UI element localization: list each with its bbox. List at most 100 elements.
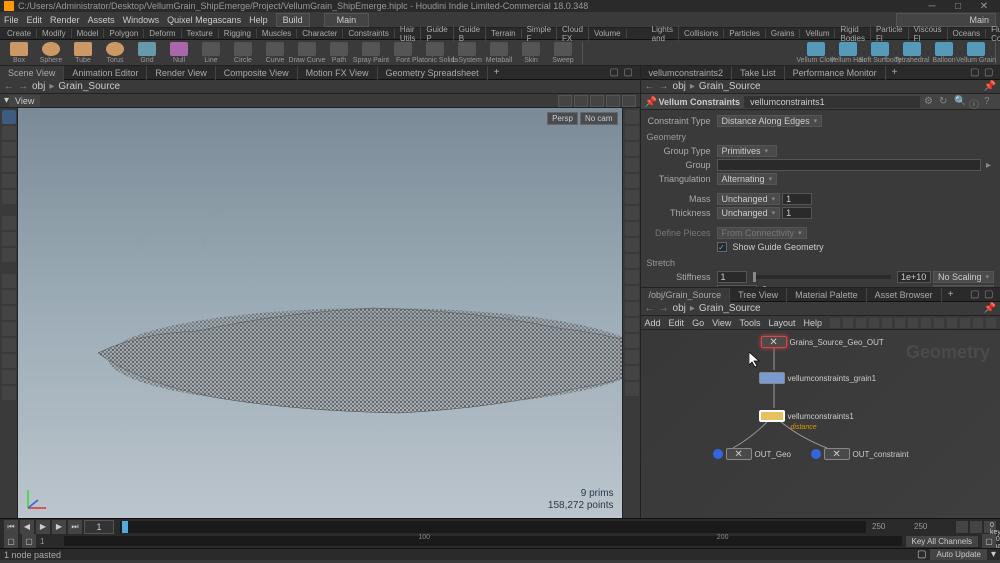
shelf-tool-sweep[interactable]: Sweep bbox=[548, 42, 578, 64]
shelf-tool-skin[interactable]: Skin bbox=[516, 42, 546, 64]
shelf-tab[interactable]: Fluid Con bbox=[986, 25, 1000, 43]
shelf-tool-tetrahedral[interactable]: Tetrahedral bbox=[897, 42, 927, 64]
channel-icon[interactable]: ▢ bbox=[982, 534, 996, 548]
tool-sculpt[interactable] bbox=[2, 354, 16, 368]
node-name-field[interactable]: vellumconstraints1 bbox=[744, 96, 920, 108]
timeline-last-button[interactable]: ⏭ bbox=[68, 520, 82, 534]
pin-icon[interactable]: 📌 bbox=[984, 81, 996, 92]
shelf-tool-curve[interactable]: Curve bbox=[260, 42, 290, 64]
shelf-tool-vellum-cloth[interactable]: Vellum Cloth bbox=[801, 42, 831, 64]
display-option[interactable] bbox=[625, 334, 639, 348]
shelf-tab[interactable]: Texture bbox=[182, 29, 219, 38]
node-vellumconstraints1[interactable]: vellumconstraints1 bbox=[759, 410, 854, 422]
path-root[interactable]: obj bbox=[673, 81, 686, 92]
gear-icon[interactable]: ⚙ bbox=[924, 96, 936, 108]
path-fwd[interactable]: → bbox=[659, 303, 669, 314]
tool-select[interactable] bbox=[2, 110, 16, 124]
net-menu-tools[interactable]: Tools bbox=[739, 318, 760, 328]
pane-tab-sceneview[interactable]: Scene View bbox=[0, 66, 64, 80]
shelf-tool-path[interactable]: Path bbox=[324, 42, 354, 64]
display-option[interactable] bbox=[625, 286, 639, 300]
param-tab-takelist[interactable]: Take List bbox=[732, 66, 785, 80]
net-menu-view[interactable]: View bbox=[712, 318, 731, 328]
tool-brush[interactable] bbox=[2, 322, 16, 336]
net-tool-icon[interactable] bbox=[856, 318, 866, 328]
path-back[interactable]: ← bbox=[645, 303, 655, 314]
net-tool-icon[interactable] bbox=[869, 318, 879, 328]
damping-scaling-select[interactable]: No Scaling bbox=[933, 285, 994, 287]
display-option[interactable] bbox=[625, 174, 639, 188]
shelf-tab[interactable]: Grains bbox=[766, 29, 801, 38]
shelf-tool-metaball[interactable]: Metaball bbox=[484, 42, 514, 64]
tool-render[interactable] bbox=[2, 248, 16, 262]
shelf-tool-null[interactable]: Null bbox=[164, 42, 194, 64]
pin-icon[interactable]: 📌 bbox=[645, 97, 655, 107]
timeline-icon[interactable] bbox=[970, 521, 982, 533]
menu-render[interactable]: Render bbox=[50, 15, 80, 25]
shelf-tab[interactable]: Particles bbox=[724, 29, 766, 38]
shelf-tab[interactable]: Viscous Fl bbox=[909, 25, 948, 43]
group-input[interactable] bbox=[717, 159, 981, 171]
stiffness-input[interactable] bbox=[717, 271, 747, 283]
path-back[interactable]: ← bbox=[4, 81, 14, 92]
constraint-type-select[interactable]: Distance Along Edges bbox=[717, 115, 823, 127]
range-end-global[interactable]: 250 bbox=[914, 522, 954, 531]
pane-icon[interactable]: ▢ bbox=[970, 67, 982, 79]
shelf-tab[interactable]: Deform bbox=[144, 29, 181, 38]
net-tab-path[interactable]: /obj/Grain_Source bbox=[641, 288, 731, 302]
net-tab-material[interactable]: Material Palette bbox=[787, 288, 867, 302]
view-tool-icon[interactable] bbox=[590, 95, 604, 107]
display-option[interactable] bbox=[625, 142, 639, 156]
minimize-button[interactable]: ─ bbox=[920, 0, 944, 12]
net-tab-asset[interactable]: Asset Browser bbox=[867, 288, 942, 302]
stiffness-scaling-select[interactable]: No Scaling bbox=[933, 271, 994, 283]
shelf-tab[interactable]: Guide B bbox=[454, 25, 486, 43]
tool-secure[interactable] bbox=[2, 290, 16, 304]
stiffness-exp-input[interactable] bbox=[897, 271, 931, 283]
timeline-track[interactable]: 100 200 bbox=[120, 521, 866, 533]
display-option[interactable] bbox=[625, 270, 639, 284]
shelf-tab[interactable]: Cloud FX bbox=[557, 25, 589, 43]
status-icon[interactable]: ▢ bbox=[917, 549, 926, 560]
path-back[interactable]: ← bbox=[645, 81, 655, 92]
pane-icon[interactable]: ▢ bbox=[970, 289, 982, 301]
net-tool-icon[interactable] bbox=[960, 318, 970, 328]
timeline-next-button[interactable]: ▶ bbox=[52, 520, 66, 534]
view-tool-icon[interactable] bbox=[574, 95, 588, 107]
timeline-icon[interactable] bbox=[956, 521, 968, 533]
net-menu-edit[interactable]: Edit bbox=[669, 318, 685, 328]
pane-tab-renderview[interactable]: Render View bbox=[147, 66, 215, 80]
pane-icon[interactable]: ▢ bbox=[610, 67, 622, 79]
param-tab-perfmon[interactable]: Performance Monitor bbox=[785, 66, 886, 80]
pin-icon[interactable]: 📌 bbox=[984, 303, 996, 314]
tool-magnet[interactable] bbox=[2, 338, 16, 352]
camera-persp[interactable]: Persp bbox=[547, 112, 578, 125]
shelf-tab[interactable]: Muscles bbox=[257, 29, 297, 38]
param-tab-add[interactable]: + bbox=[886, 67, 904, 78]
tool-uv[interactable] bbox=[2, 386, 16, 400]
net-tool-icon[interactable] bbox=[882, 318, 892, 328]
net-tool-icon[interactable] bbox=[973, 318, 983, 328]
shelf-tool-drawcurve[interactable]: Draw Curve bbox=[292, 42, 322, 64]
shelf-tab[interactable]: Rigging bbox=[219, 29, 257, 38]
shelf-tab[interactable]: Terrain bbox=[486, 29, 521, 38]
display-flag-icon[interactable] bbox=[811, 449, 821, 459]
shelf-tab[interactable]: Hair Utils bbox=[395, 25, 422, 43]
display-option[interactable] bbox=[625, 254, 639, 268]
shelf-tool-soft-surfbody[interactable]: Soft Surfbody bbox=[865, 42, 895, 64]
menu-help[interactable]: Help bbox=[249, 15, 268, 25]
shelf-tab[interactable]: Create bbox=[2, 29, 37, 38]
shelf-tab[interactable]: Rigid Bodies bbox=[835, 25, 870, 43]
display-option[interactable] bbox=[625, 158, 639, 172]
reload-icon[interactable]: ↻ bbox=[939, 96, 951, 108]
viewport-3d[interactable]: Persp No cam bbox=[18, 108, 622, 518]
view-tool-icon[interactable] bbox=[606, 95, 620, 107]
auto-update-button[interactable]: Auto Update bbox=[930, 549, 986, 560]
path-fwd[interactable]: → bbox=[659, 81, 669, 92]
key-all-channels-button[interactable]: Key All Channels bbox=[906, 536, 978, 547]
shelf-tool-tube[interactable]: Tube bbox=[68, 42, 98, 64]
net-tool-icon[interactable] bbox=[843, 318, 853, 328]
display-option[interactable] bbox=[625, 350, 639, 364]
channel-icon[interactable]: ▢ bbox=[22, 534, 36, 548]
network-view[interactable]: Geometry ✕ Grains_Source_Geo_OUT bbox=[641, 330, 1000, 518]
